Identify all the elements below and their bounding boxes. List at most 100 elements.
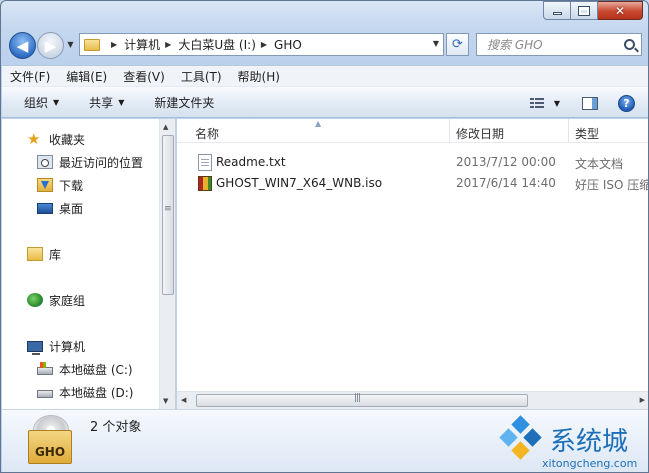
maximize-icon — [578, 5, 590, 16]
command-bar-right: ▼ ? — [518, 87, 648, 119]
system-drive-icon — [37, 362, 53, 375]
horizontal-scrollbar[interactable]: ◀ ▶ — [177, 391, 648, 409]
gho-folder-icon: GHO — [27, 415, 75, 467]
breadcrumb-usb-drive[interactable]: 大白菜U盘 (I:) — [178, 36, 256, 53]
forward-arrow-icon: ▶ — [44, 36, 57, 55]
nav-recent-places[interactable]: 最近访问的位置 — [37, 152, 143, 172]
address-bar[interactable]: ▶ 计算机 ▶ 大白菜U盘 (I:) ▶ GHO ▼ — [79, 33, 444, 56]
nav-recent-label: 最近访问的位置 — [59, 155, 144, 170]
address-history-dropdown[interactable]: ▼ — [433, 39, 439, 48]
chevron-right-icon[interactable]: ▶ — [111, 40, 117, 49]
column-divider[interactable] — [449, 119, 450, 143]
menu-help[interactable]: 帮助(H) — [238, 68, 280, 85]
breadcrumb-computer[interactable]: 计算机 — [124, 36, 160, 53]
nav-libraries[interactable]: 库 — [27, 244, 61, 264]
help-icon[interactable]: ? — [618, 94, 635, 112]
nav-homegroup-label: 家庭组 — [49, 293, 86, 308]
minimize-icon — [552, 12, 562, 15]
file-type: 文本文档 — [575, 157, 624, 171]
watermark: 系统城 xitongcheng.com — [496, 415, 648, 472]
menu-tools[interactable]: 工具(T) — [181, 68, 222, 85]
homegroup-icon — [27, 293, 43, 307]
chevron-right-icon[interactable]: ▶ — [261, 40, 267, 49]
menu-bar: 文件(F) 编辑(E) 查看(V) 工具(T) 帮助(H) — [2, 65, 648, 86]
menu-file[interactable]: 文件(F) — [10, 68, 50, 85]
search-input[interactable]: 搜索 GHO — [476, 33, 642, 56]
share-label: 共享 — [89, 95, 114, 110]
back-arrow-icon: ◀ — [16, 36, 29, 55]
close-icon: ✕ — [614, 3, 626, 18]
watermark-brand: 系统城 — [550, 427, 629, 457]
nav-favorites[interactable]: ★ 收藏夹 — [27, 129, 85, 149]
column-modified-header[interactable]: 修改日期 — [456, 125, 504, 142]
dropdown-arrow-icon: ▼ — [53, 97, 60, 107]
navigation-row: ◀ ▶ ▼ ▶ 计算机 ▶ 大白菜U盘 (I:) ▶ GHO ▼ ⟳ 搜索 GH… — [1, 29, 648, 63]
column-type-header[interactable]: 类型 — [575, 125, 599, 142]
file-modified: 2017/6/14 14:40 — [456, 176, 556, 190]
command-bar: 组织 ▼ 共享 ▼ 新建文件夹 ▼ ? — [2, 86, 648, 119]
scroll-left-icon[interactable]: ◀ — [181, 396, 186, 404]
desktop-icon — [37, 202, 53, 214]
file-name: Readme.txt — [216, 155, 286, 169]
scrollbar-thumb[interactable] — [162, 135, 174, 295]
column-name-header[interactable]: 名称 — [195, 125, 219, 142]
refresh-button[interactable]: ⟳ — [446, 33, 469, 56]
nav-computer-label: 计算机 — [49, 339, 86, 354]
navigation-pane-scrollbar[interactable]: ▲ ▼ — [159, 119, 176, 409]
nav-drive-d-label: 本地磁盘 (D:) — [59, 385, 134, 400]
dropdown-arrow-icon: ▼ — [118, 97, 125, 107]
breadcrumb-gho[interactable]: GHO — [274, 38, 302, 52]
file-modified: 2013/7/12 00:00 — [456, 155, 556, 169]
nav-downloads[interactable]: 下载 — [37, 175, 83, 195]
gho-icon-label: GHO — [34, 445, 66, 459]
organize-button[interactable]: 组织 ▼ — [2, 90, 69, 114]
nav-desktop[interactable]: 桌面 — [37, 198, 83, 218]
recent-pages-dropdown[interactable]: ▼ — [65, 40, 76, 50]
nav-drive-d[interactable]: 本地磁盘 (D:) — [37, 382, 133, 402]
nav-libraries-label: 库 — [49, 247, 62, 262]
search-icon[interactable] — [624, 39, 635, 50]
chevron-right-icon[interactable]: ▶ — [165, 40, 171, 49]
nav-computer[interactable]: 计算机 — [27, 336, 85, 356]
preview-pane-icon[interactable] — [582, 96, 598, 110]
search-placeholder: 搜索 GHO — [487, 38, 543, 52]
minimize-button[interactable] — [543, 1, 571, 20]
watermark-logo-icon — [496, 415, 546, 466]
organize-label: 组织 — [24, 95, 49, 110]
column-header-row: ▲ 名称 修改日期 类型 — [177, 119, 648, 143]
file-name: GHOST_WIN7_X64_WNB.iso — [216, 176, 383, 190]
horizontal-scrollbar-thumb[interactable] — [196, 393, 528, 407]
sort-ascending-icon: ▲ — [315, 119, 322, 128]
menu-edit[interactable]: 编辑(E) — [66, 68, 107, 85]
nav-homegroup[interactable]: 家庭组 — [27, 290, 85, 310]
close-button[interactable]: ✕ — [598, 1, 643, 20]
nav-drive-c[interactable]: 本地磁盘 (C:) — [37, 359, 133, 379]
refresh-icon: ⟳ — [452, 37, 463, 52]
maximize-button[interactable] — [571, 1, 598, 20]
new-folder-button[interactable]: 新建文件夹 — [134, 90, 224, 114]
view-options-dropdown[interactable]: ▼ — [554, 99, 560, 108]
share-button[interactable]: 共享 ▼ — [69, 90, 134, 114]
downloads-folder-icon — [37, 178, 53, 192]
scroll-up-icon[interactable]: ▲ — [163, 123, 168, 131]
new-folder-label: 新建文件夹 — [154, 95, 215, 110]
file-list: ▲ 名称 修改日期 类型 Readme.txt 2013/7/12 00:00 … — [177, 119, 648, 409]
forward-button[interactable]: ▶ — [37, 32, 64, 59]
nav-favorites-label: 收藏夹 — [49, 132, 86, 147]
explorer-window: ✕ ◀ ▶ ▼ ▶ 计算机 ▶ 大白菜U盘 (I:) ▶ GHO ▼ ⟳ 搜索 … — [0, 0, 649, 473]
libraries-icon — [27, 247, 43, 261]
item-count: 2 个对象 — [90, 420, 142, 435]
column-divider[interactable] — [568, 119, 569, 143]
local-drive-icon — [37, 390, 53, 398]
file-row-readme[interactable]: Readme.txt 2013/7/12 00:00 文本文档 — [177, 152, 648, 173]
back-button[interactable]: ◀ — [9, 32, 36, 59]
view-options-icon[interactable] — [529, 97, 544, 109]
caption-buttons: ✕ — [543, 1, 643, 20]
navigation-pane: ★ 收藏夹 最近访问的位置 下载 桌面 库 家庭组 计算机 本地磁盘 (C:) 本… — [2, 119, 159, 409]
scroll-right-icon[interactable]: ▶ — [640, 396, 645, 404]
watermark-url: xitongcheng.com — [542, 457, 638, 470]
folder-icon — [84, 38, 100, 51]
menu-view[interactable]: 查看(V) — [123, 68, 165, 85]
file-row-iso[interactable]: GHOST_WIN7_X64_WNB.iso 2017/6/14 14:40 好… — [177, 173, 648, 194]
scroll-down-icon[interactable]: ▼ — [163, 397, 168, 405]
